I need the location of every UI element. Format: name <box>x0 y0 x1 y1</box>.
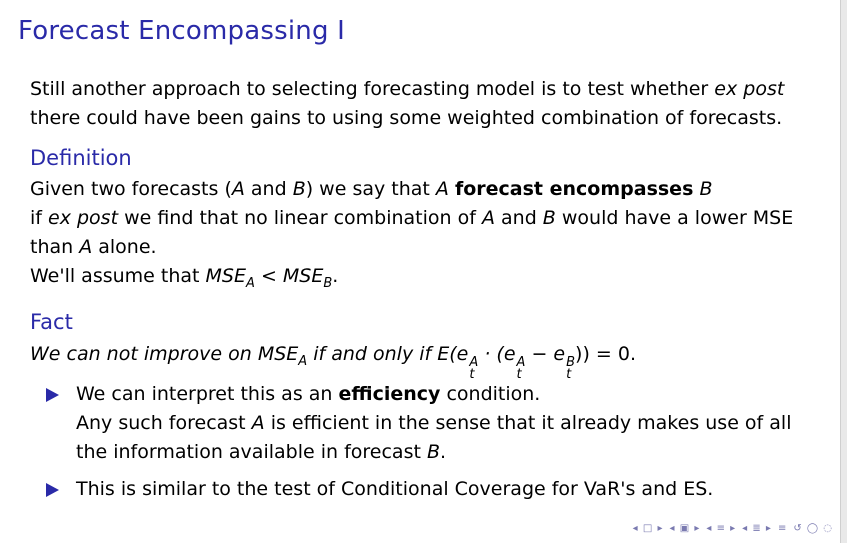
definition-line-1: Given two forecasts (A and B) we say tha… <box>30 178 713 200</box>
bullet-triangle-icon <box>46 483 59 497</box>
intro-paragraph: Still another approach to selecting fore… <box>30 78 785 129</box>
bullet-item-efficiency: We can interpret this as an efficiency c… <box>46 380 816 467</box>
definition-body: Given two forecasts (A and B) we say tha… <box>30 175 820 291</box>
beamer-navigation-bar: ◂ □ ▸ ◂ ▣ ▸ ◂ ≡ ▸ ◂ ≣ ▸ ≡ ↺ ◯ ◌ <box>633 523 833 534</box>
bullet-item-conditional-coverage: This is similar to the test of Condition… <box>46 475 816 504</box>
nav-prev-frame-icon[interactable]: ◂ □ ▸ <box>633 523 664 534</box>
definition-heading: Definition <box>30 146 132 170</box>
fact-body: We can not improve on MSEA if and only i… <box>30 343 636 382</box>
nav-toc-icon[interactable]: ◂ ≣ ▸ <box>742 523 772 534</box>
slide-title: Forecast Encompassing I <box>18 16 345 46</box>
nav-prev-subsection-icon[interactable]: ◂ ▣ ▸ <box>670 523 701 534</box>
nav-search-icon[interactable]: ↺ ◯ ◌ <box>793 523 833 534</box>
nav-prev-section-icon[interactable]: ◂ ≡ ▸ <box>706 523 736 534</box>
fact-heading: Fact <box>30 310 73 334</box>
definition-line-3: We'll assume that MSEA < MSEB. <box>30 265 339 291</box>
slide: Forecast Encompassing I Still another ap… <box>0 0 847 543</box>
definition-line-2: if ex post we find that no linear combin… <box>30 207 794 258</box>
nav-align-icon[interactable]: ≡ <box>778 523 787 534</box>
bullet-list: We can interpret this as an efficiency c… <box>46 380 816 512</box>
bullet-triangle-icon <box>46 388 59 402</box>
window-edge <box>840 0 847 543</box>
